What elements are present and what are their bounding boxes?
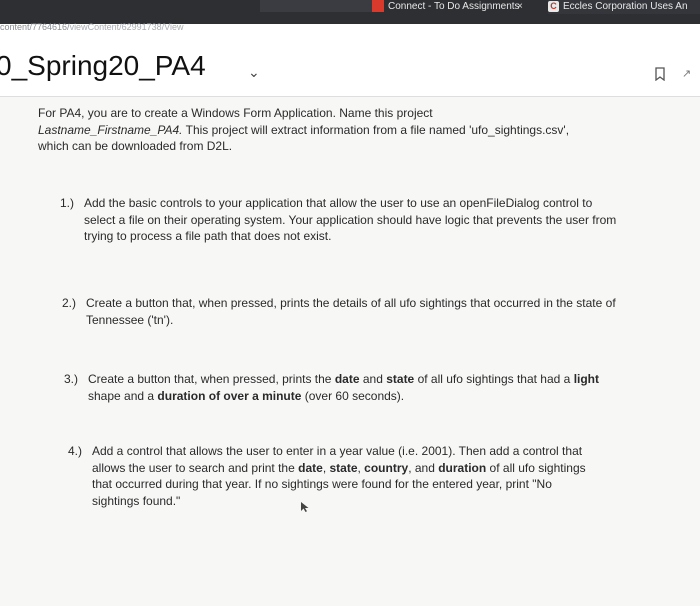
item-text: Create a button that, when pressed, prin… (86, 296, 616, 327)
tab-label: Eccles Corporation Uses An (563, 1, 688, 12)
intro-line: Lastname_Firstname_PA4. This project wil… (38, 122, 648, 139)
bold-text: light (573, 372, 600, 386)
bold-text: duration of over a minute (157, 388, 302, 403)
bold-text: country (364, 460, 409, 475)
intro-text: This project will extract information fr… (182, 122, 570, 137)
document-body: For PA4, you are to create a Windows For… (0, 97, 700, 606)
intro-line: For PA4, you are to create a Windows For… (38, 106, 433, 120)
tab-label: Connect - To Do Assignments (388, 1, 520, 12)
item-text: Add the basic controls to your applicati… (84, 196, 617, 243)
text: Create a button that, when pressed, prin… (88, 372, 335, 386)
bold-text: duration (438, 460, 487, 475)
item-number: 2.) (62, 296, 77, 310)
connect-favicon-icon (372, 0, 384, 13)
expand-icon[interactable]: ↗ (682, 67, 691, 80)
url-prefix: content/7764616/ (0, 22, 70, 32)
item-number: 3.) (64, 372, 79, 386)
bold-text: state (386, 372, 415, 386)
mouse-cursor-icon (301, 502, 309, 512)
text: (over 60 seconds). (301, 388, 405, 403)
url-path: viewContent/62991738/View (69, 22, 184, 32)
bold-text: date (334, 372, 360, 386)
browser-chrome: Connect - To Do Assignments × C Eccles Co… (0, 0, 700, 32)
bookmark-icon[interactable] (654, 67, 666, 81)
address-bar-url[interactable]: content/7764616/viewContent/62991738/Vie… (0, 22, 183, 32)
text: , and (408, 460, 439, 475)
item-text: Add a control that allows the user to en… (92, 443, 602, 509)
browser-tab[interactable] (260, 0, 380, 12)
text: shape and a (88, 388, 158, 403)
intro-line: which can be downloaded from D2L. (38, 139, 233, 153)
eccles-favicon-icon: C (548, 1, 559, 12)
chevron-down-icon[interactable]: ⌄ (248, 64, 260, 81)
bold-text: date (298, 460, 323, 475)
intro-paragraph: For PA4, you are to create a Windows For… (38, 105, 648, 155)
tab-close-icon[interactable]: × (517, 0, 523, 14)
item-number: 4.) (68, 444, 83, 458)
text: of all ufo sightings that had a (414, 372, 574, 386)
browser-tab-eccles[interactable]: C Eccles Corporation Uses An (548, 0, 700, 14)
page-title: 0_Spring20_PA4 (0, 50, 206, 81)
item-text: Create a button that, when pressed, prin… (88, 371, 628, 404)
item-number: 1.) (60, 196, 75, 210)
text: and (359, 372, 387, 386)
project-name: Lastname_Firstname_PA4. (38, 122, 183, 137)
document-title-bar: 0_Spring20_PA4 ⌄ ↗ (0, 34, 700, 97)
browser-tab-todo[interactable]: Connect - To Do Assignments (372, 0, 520, 14)
bold-text: state (329, 460, 358, 475)
